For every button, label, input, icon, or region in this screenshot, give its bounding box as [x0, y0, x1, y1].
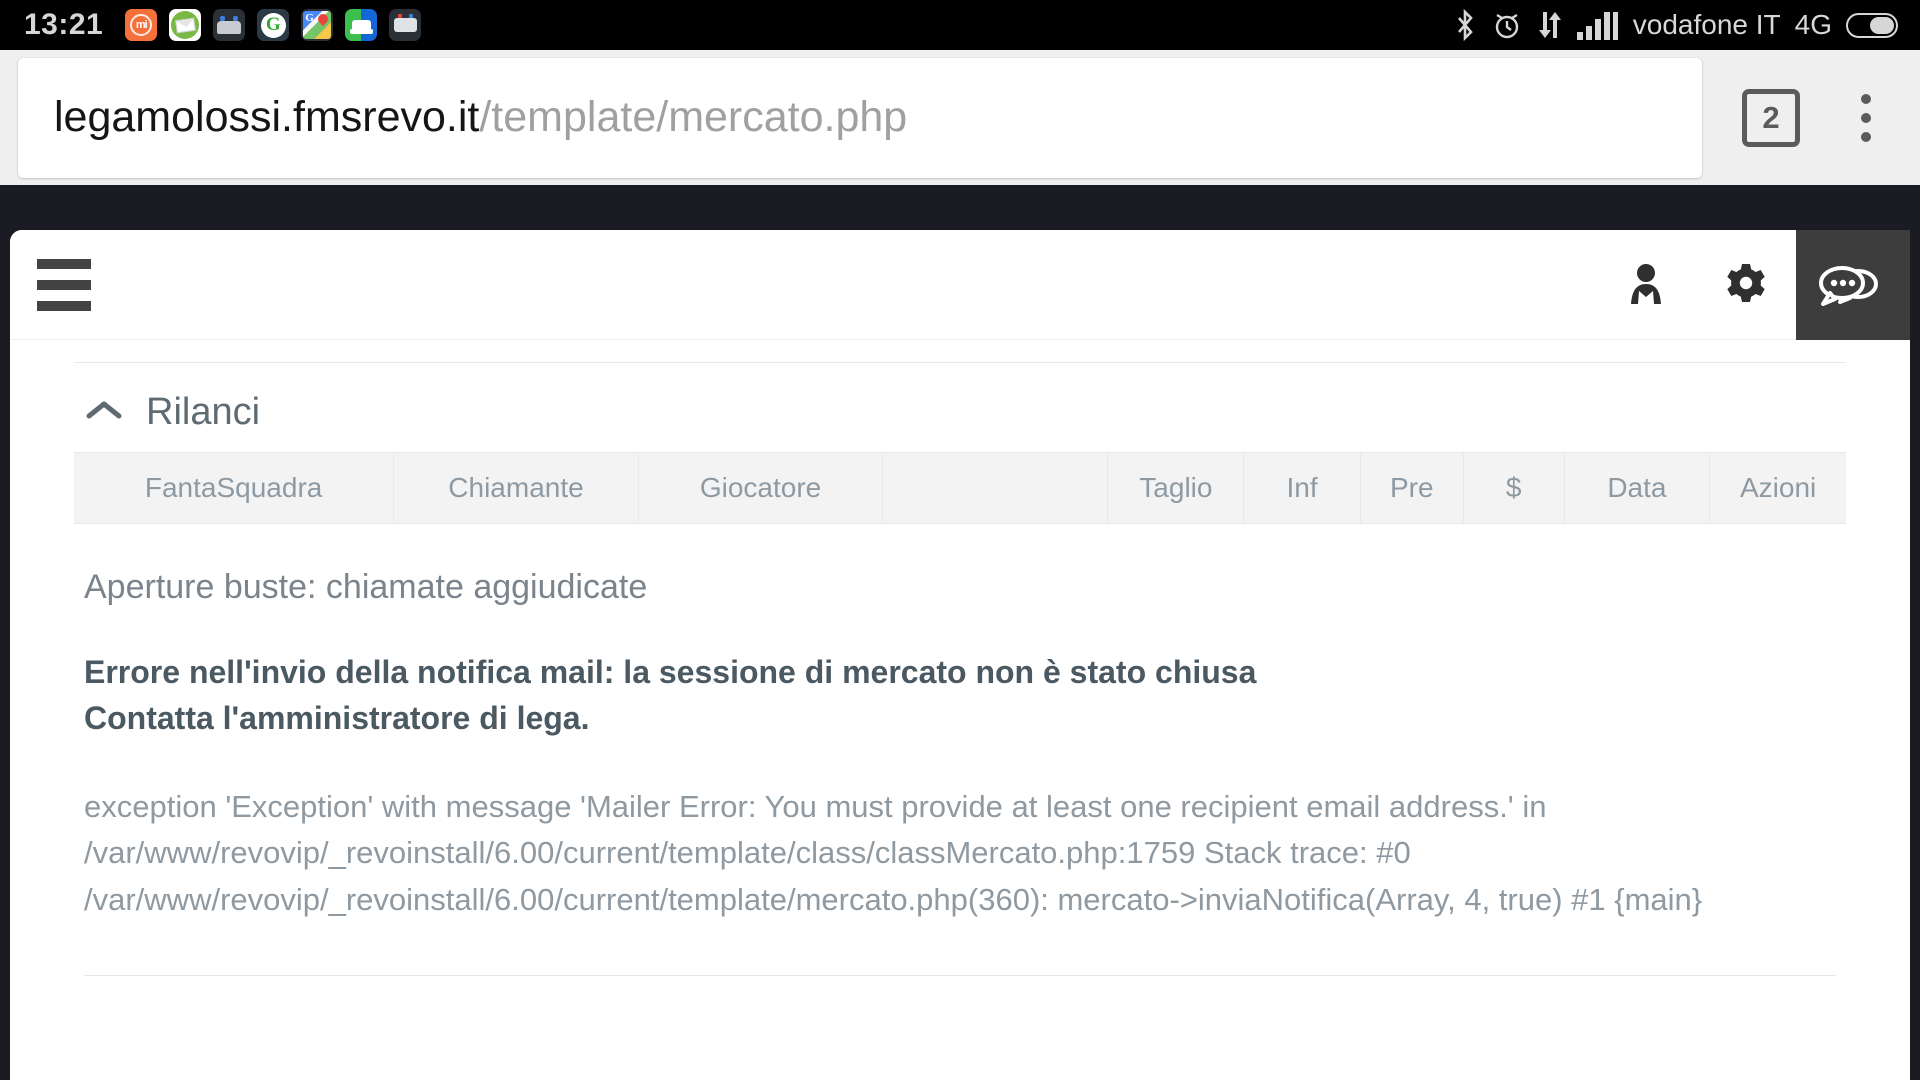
- system-status-icons: vodafone IT 4G: [1453, 9, 1898, 41]
- signal-bars-icon: [1576, 10, 1619, 40]
- more-options-icon[interactable]: [1836, 93, 1896, 142]
- mi-store-icon: mi: [125, 9, 158, 41]
- web-page-viewport: Rilanci FantaSquadra Chiamante Giocatore…: [0, 185, 1920, 1080]
- column-header-giocatore[interactable]: Giocatore: [639, 452, 884, 524]
- android-status-bar: 13:21 mi G G vodafone IT 4G: [0, 0, 1920, 50]
- status-clock: 13:21: [24, 8, 104, 41]
- table-header-row: FantaSquadra Chiamante Giocatore Taglio …: [74, 452, 1846, 524]
- kebab-dot-3: [1861, 131, 1871, 142]
- bluetooth-icon: [1453, 9, 1477, 41]
- aperture-buste-subtitle: Aperture buste: chiamate aggiudicate: [84, 568, 648, 606]
- rilanci-section-header[interactable]: Rilanci: [74, 363, 1846, 448]
- url-text: legamolossi.fmsrevo.it/template/mercato.…: [54, 93, 907, 142]
- data-transfer-icon: [1537, 10, 1563, 40]
- alarm-icon: [1491, 9, 1523, 41]
- google-maps-icon: G: [301, 9, 334, 41]
- burger-bar-3: [37, 300, 91, 311]
- battery-icon: [1846, 12, 1898, 38]
- bottom-divider: [84, 975, 1836, 977]
- exception-stack-trace: exception 'Exception' with message 'Mail…: [84, 788, 1703, 917]
- page-content: Rilanci FantaSquadra Chiamante Giocatore…: [10, 340, 1910, 977]
- user-icon[interactable]: [1596, 230, 1696, 340]
- browser-toolbar: legamolossi.fmsrevo.it/template/mercato.…: [0, 50, 1920, 185]
- groupon-icon: G: [257, 9, 290, 41]
- column-header-fantasquadra[interactable]: FantaSquadra: [74, 452, 395, 524]
- app-container: Rilanci FantaSquadra Chiamante Giocatore…: [10, 229, 1910, 1080]
- burger-bar-2: [37, 279, 91, 290]
- tab-counter-button[interactable]: 2: [1742, 88, 1800, 147]
- column-header-data[interactable]: Data: [1565, 452, 1711, 524]
- tab-count-label: 2: [1762, 99, 1780, 135]
- mail-icon: [169, 9, 202, 41]
- error-message: Errore nell'invio della notifica mail: l…: [74, 607, 1846, 742]
- chevron-up-icon[interactable]: [84, 397, 124, 428]
- column-header-pre[interactable]: Pre: [1361, 452, 1464, 524]
- url-host: legamolossi.fmsrevo.it: [54, 93, 480, 141]
- column-header-spacer: [883, 452, 1109, 524]
- error-message-line-2: Contatta l'amministratore di lega.: [84, 700, 590, 737]
- hamburger-menu-icon[interactable]: [37, 258, 91, 311]
- gear-icon[interactable]: [1696, 230, 1796, 340]
- chat-bubbles-icon[interactable]: [1796, 229, 1910, 340]
- network-type: 4G: [1794, 9, 1832, 40]
- url-path: /template/mercato.php: [479, 93, 908, 141]
- column-header-dollar[interactable]: $: [1464, 452, 1565, 524]
- column-header-chiamante[interactable]: Chiamante: [394, 452, 639, 524]
- kebab-dot-1: [1861, 93, 1871, 104]
- burger-bar-1: [37, 258, 91, 269]
- sofa-app-icon: [345, 9, 378, 41]
- ambulance-app-icon-2: [389, 9, 422, 41]
- kebab-dot-2: [1861, 112, 1871, 123]
- page-title: Rilanci: [146, 391, 261, 433]
- column-header-inf[interactable]: Inf: [1244, 452, 1361, 524]
- app-header: [10, 229, 1910, 340]
- ambulance-app-icon: [213, 9, 246, 41]
- notification-icon-tray: mi G G: [125, 9, 422, 41]
- column-header-azioni[interactable]: Azioni: [1710, 452, 1846, 524]
- carrier-name: vodafone IT: [1632, 9, 1781, 40]
- address-bar[interactable]: legamolossi.fmsrevo.it/template/mercato.…: [18, 57, 1702, 178]
- column-header-taglio[interactable]: Taglio: [1108, 452, 1245, 524]
- app-header-actions: [1596, 229, 1910, 340]
- error-message-line-1: Errore nell'invio della notifica mail: l…: [84, 654, 1257, 690]
